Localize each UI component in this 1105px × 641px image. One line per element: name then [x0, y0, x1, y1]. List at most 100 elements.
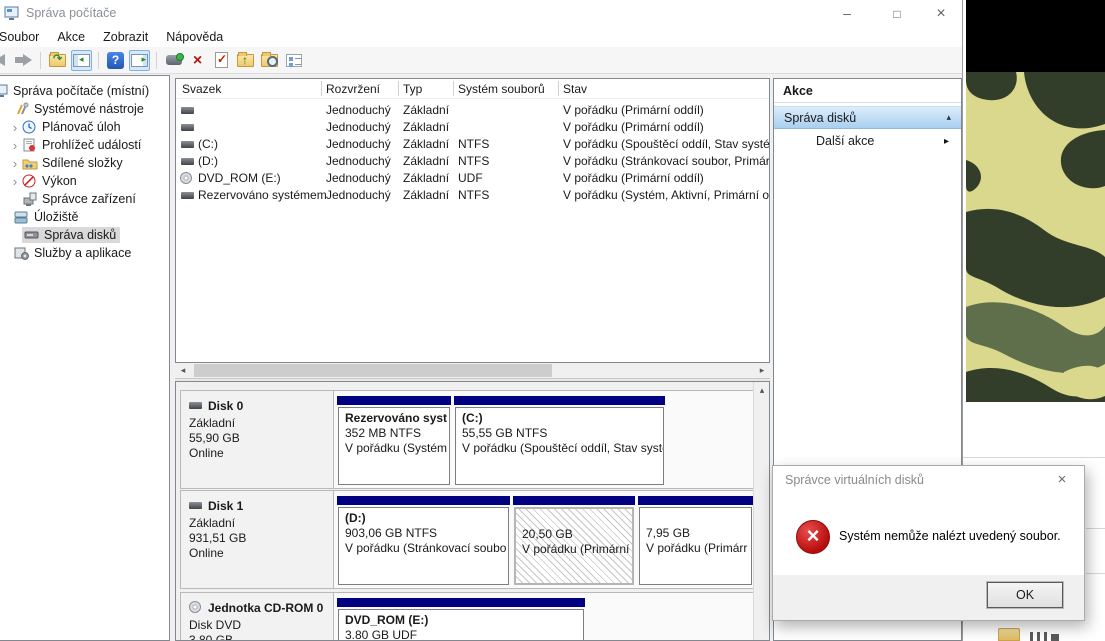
tree-item-event-viewer[interactable]: Prohlížeč událostí: [0, 136, 169, 154]
column-header-typ[interactable]: Typ: [403, 82, 422, 96]
scroll-right-icon[interactable]: [754, 363, 770, 378]
horizontal-scrollbar[interactable]: [175, 363, 770, 378]
partition-body: 20,50 GB V pořádku (Primární: [514, 507, 634, 585]
find-icon[interactable]: [259, 50, 280, 71]
tree-item-label: Sdílené složky: [42, 156, 123, 170]
volume-row[interactable]: Jednoduchý Základní V pořádku (Primární …: [176, 119, 769, 136]
computer-icon: [0, 84, 9, 98]
clipped-label-fragment: [1037, 632, 1040, 641]
expander-icon[interactable]: [8, 138, 22, 153]
desktop-black-band: [966, 0, 1105, 72]
scroll-up-icon[interactable]: [754, 382, 770, 398]
column-header-stav[interactable]: Stav: [563, 82, 587, 96]
action-pane-title: Akce: [774, 79, 961, 103]
cell-rozvrzeni: Jednoduchý: [326, 103, 391, 117]
partition-no-letter-20gb[interactable]: 20,50 GB V pořádku (Primární: [513, 496, 635, 585]
column-separator[interactable]: [398, 81, 399, 96]
expander-icon[interactable]: [8, 120, 22, 135]
app-icon: [4, 5, 20, 21]
menu-action[interactable]: Akce: [48, 30, 94, 44]
partition-title: [646, 511, 751, 526]
maximize-button[interactable]: [874, 0, 920, 26]
tree-item-task-scheduler[interactable]: Plánovač úloh: [0, 118, 169, 136]
tree-item-system-tools[interactable]: Systémové nástroje: [0, 100, 169, 118]
export-list-icon[interactable]: [47, 50, 68, 71]
scrollbar-thumb[interactable]: [194, 364, 552, 377]
collapse-icon[interactable]: [946, 112, 951, 123]
tree-item-performance[interactable]: Výkon: [0, 172, 169, 190]
volume-icon: [181, 158, 194, 165]
tree-item-computer-management[interactable]: Správa počítače (místní): [0, 82, 169, 100]
volume-row[interactable]: Jednoduchý Základní V pořádku (Primární …: [176, 102, 769, 119]
partition-d[interactable]: (D:) 903,06 GB NTFS V pořádku (Stránkova…: [337, 496, 510, 585]
tree-item-storage[interactable]: Úložiště: [0, 208, 169, 226]
partition-type-bar: [454, 396, 665, 405]
volume-icon: [181, 107, 194, 114]
column-header-svazek[interactable]: Svazek: [182, 82, 221, 96]
menu-view[interactable]: Zobrazit: [94, 30, 157, 44]
column-separator[interactable]: [453, 81, 454, 96]
volume-row[interactable]: Rezervováno systémem Jednoduchý Základní…: [176, 187, 769, 204]
disk-label[interactable]: Jednotka CD-ROM 0 Disk DVD 3,80 GB: [181, 593, 334, 641]
cell-fs: UDF: [458, 171, 483, 185]
close-button[interactable]: [918, 0, 963, 26]
partition-title: (D:): [345, 511, 508, 526]
partition-c[interactable]: (C:) 55,55 GB NTFS V pořádku (Spouštěcí …: [454, 396, 665, 485]
volume-row[interactable]: (C:) Jednoduchý Základní NTFS V pořádku …: [176, 136, 769, 153]
checklist-icon[interactable]: [283, 50, 304, 71]
expander-icon[interactable]: [8, 156, 22, 171]
partition-body: Rezervováno syst 352 MB NTFS V pořádku (…: [338, 407, 450, 485]
partition-info: 7,95 GB: [646, 526, 751, 541]
cell-typ: Základní: [403, 171, 449, 185]
menu-help[interactable]: Nápověda: [157, 30, 232, 44]
disk-label[interactable]: Disk 0 Základní 55,90 GB Online: [181, 391, 334, 488]
properties-icon[interactable]: [211, 50, 232, 71]
volume-row[interactable]: (D:) Jednoduchý Základní NTFS V pořádku …: [176, 153, 769, 170]
toolbar: ? ×: [0, 47, 962, 74]
ok-button[interactable]: OK: [987, 582, 1063, 608]
partition-type-bar: [337, 598, 585, 607]
dialog-title-bar[interactable]: Správce virtuálních disků: [773, 466, 1084, 494]
action-more-actions[interactable]: Další akce: [774, 129, 961, 153]
tree-item-shared-folders[interactable]: Sdílené složky: [0, 154, 169, 172]
partition-no-letter-8gb[interactable]: 7,95 GB V pořádku (Primárr: [638, 496, 753, 585]
up-folder-icon[interactable]: [235, 50, 256, 71]
show-console-tree-icon[interactable]: [71, 50, 92, 71]
partition-system-reserved[interactable]: Rezervováno syst 352 MB NTFS V pořádku (…: [337, 396, 451, 485]
expander-icon[interactable]: [8, 174, 22, 189]
forward-icon[interactable]: [13, 50, 34, 71]
column-separator[interactable]: [321, 81, 322, 96]
tree-item-disk-management[interactable]: Správa disků: [0, 226, 169, 244]
help-icon[interactable]: ?: [105, 50, 126, 71]
more-actions-label: Další akce: [816, 134, 874, 148]
task-scheduler-icon: [22, 120, 38, 134]
tree-item-services-applications[interactable]: Služby a aplikace: [0, 244, 169, 262]
vertical-scrollbar[interactable]: [753, 382, 769, 640]
scroll-left-icon[interactable]: [175, 363, 191, 378]
minimize-button[interactable]: [824, 0, 870, 26]
title-bar[interactable]: Správa počítače: [0, 0, 962, 26]
cell-svazek: Rezervováno systémem: [198, 188, 327, 202]
background-window-edge: [1086, 528, 1105, 529]
dialog-close-icon[interactable]: [1044, 466, 1080, 494]
cell-typ: Základní: [403, 103, 449, 117]
tree-item-device-manager[interactable]: Správce zařízení: [0, 190, 169, 208]
toolbar-separator: [156, 52, 157, 69]
back-icon[interactable]: [0, 50, 10, 71]
column-header-rozvrzeni[interactable]: Rozvržení: [326, 82, 380, 96]
partition-dvd-rom[interactable]: DVD_ROM (E:) 3.80 GB UDF: [337, 598, 585, 641]
volume-row[interactable]: DVD_ROM (E:) Jednoduchý Základní UDF V p…: [176, 170, 769, 187]
cell-stav: V pořádku (Primární oddíl): [563, 171, 704, 185]
services-icon: [14, 246, 30, 260]
disk-label[interactable]: Disk 1 Základní 931,51 GB Online: [181, 491, 334, 588]
rescan-disks-icon[interactable]: [163, 50, 184, 71]
cell-typ: Základní: [403, 120, 449, 134]
partition-info: 20,50 GB: [522, 527, 632, 542]
disk-row-cdrom: Jednotka CD-ROM 0 Disk DVD 3,80 GB DVD_R…: [180, 592, 754, 641]
show-action-pane-icon[interactable]: [129, 50, 150, 71]
action-group-disk-management[interactable]: Správa disků: [774, 106, 961, 129]
column-header-system-souboru[interactable]: Systém souborů: [458, 82, 545, 96]
menu-file[interactable]: Soubor: [0, 30, 48, 44]
column-separator[interactable]: [558, 81, 559, 96]
delete-icon[interactable]: ×: [187, 50, 208, 71]
